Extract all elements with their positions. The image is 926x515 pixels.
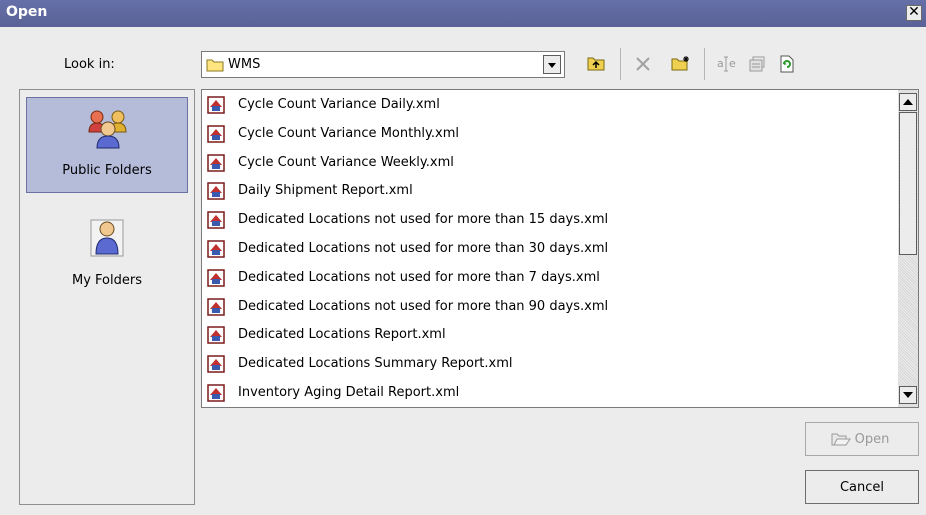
file-name: Dedicated Locations not used for more th… bbox=[238, 212, 609, 228]
place-my-folders[interactable]: My Folders bbox=[26, 202, 188, 298]
report-file-icon bbox=[207, 182, 225, 201]
group-users-icon bbox=[88, 110, 127, 149]
title-bar[interactable]: Open ✕ bbox=[0, 0, 926, 27]
toolbar-separator bbox=[620, 48, 621, 80]
up-folder-icon bbox=[587, 57, 605, 71]
close-icon: ✕ bbox=[908, 4, 920, 20]
new-folder-button[interactable] bbox=[667, 52, 693, 76]
file-name: Cycle Count Variance Daily.xml bbox=[238, 97, 440, 112]
scroll-down-button[interactable] bbox=[899, 386, 917, 404]
delete-button[interactable] bbox=[630, 52, 656, 76]
open-dialog: Open ✕ Look in: WMS a e Public Folders M… bbox=[0, 0, 926, 515]
toolbar-separator bbox=[704, 48, 705, 80]
report-file-icon bbox=[207, 384, 225, 402]
report-file-icon bbox=[207, 326, 225, 345]
folder-icon bbox=[206, 59, 224, 72]
look-in-dropdown-button[interactable] bbox=[543, 55, 561, 74]
report-file-icon bbox=[207, 355, 225, 373]
report-file-icon bbox=[207, 125, 225, 143]
report-file-icon bbox=[207, 269, 225, 287]
svg-text:e: e bbox=[729, 57, 736, 70]
report-file-icon bbox=[207, 211, 225, 229]
scroll-up-button[interactable] bbox=[899, 93, 917, 111]
refresh-button[interactable] bbox=[774, 52, 800, 76]
up-folder-button[interactable] bbox=[583, 52, 609, 76]
user-folder-icon bbox=[90, 219, 124, 257]
report-file-icon bbox=[207, 297, 225, 316]
place-public-folders[interactable]: Public Folders bbox=[26, 97, 188, 193]
place-label: Public Folders bbox=[62, 163, 152, 178]
properties-button[interactable] bbox=[744, 52, 770, 76]
file-name: Dedicated Locations Summary Report.xml bbox=[238, 356, 513, 372]
delete-icon bbox=[636, 57, 650, 71]
svg-text:a: a bbox=[717, 57, 724, 70]
places-panel: Public Folders My Folders bbox=[19, 89, 195, 505]
cancel-button-label: Cancel bbox=[839, 480, 885, 495]
look-in-combo[interactable]: WMS bbox=[201, 51, 565, 78]
cancel-button[interactable]: Cancel bbox=[805, 470, 919, 504]
open-button[interactable]: Open bbox=[805, 422, 919, 456]
look-in-label: Look in: bbox=[64, 57, 115, 72]
file-name: Inventory Aging Detail Report.xml bbox=[238, 385, 460, 400]
file-name: Cycle Count Variance Weekly.xml bbox=[238, 154, 454, 170]
file-name: Dedicated Locations not used for more th… bbox=[238, 298, 609, 314]
scroll-thumb[interactable] bbox=[899, 112, 917, 255]
file-name: Dedicated Locations Report.xml bbox=[238, 327, 446, 343]
vertical-scrollbar[interactable] bbox=[898, 90, 918, 407]
properties-icon bbox=[749, 56, 765, 72]
window-title: Open bbox=[6, 4, 48, 20]
rename-icon: a e bbox=[717, 56, 736, 72]
file-name: Cycle Count Variance Monthly.xml bbox=[238, 125, 459, 141]
new-folder-icon bbox=[671, 56, 689, 71]
file-name: Dedicated Locations not used for more th… bbox=[238, 269, 600, 285]
file-name: Dedicated Locations not used for more th… bbox=[238, 241, 609, 256]
report-file-icon bbox=[207, 240, 225, 258]
place-label: My Folders bbox=[72, 273, 142, 288]
close-button[interactable]: ✕ bbox=[906, 5, 922, 21]
report-file-icon bbox=[207, 96, 225, 114]
rename-button[interactable]: a e bbox=[713, 52, 739, 76]
open-button-label: Open bbox=[854, 432, 890, 447]
report-file-icon bbox=[207, 153, 225, 172]
file-list[interactable]: Cycle Count Variance Daily.xml Cycle Coun… bbox=[201, 89, 919, 408]
look-in-value: WMS bbox=[228, 57, 261, 72]
refresh-icon bbox=[780, 55, 794, 73]
file-name: Daily Shipment Report.xml bbox=[238, 183, 413, 199]
